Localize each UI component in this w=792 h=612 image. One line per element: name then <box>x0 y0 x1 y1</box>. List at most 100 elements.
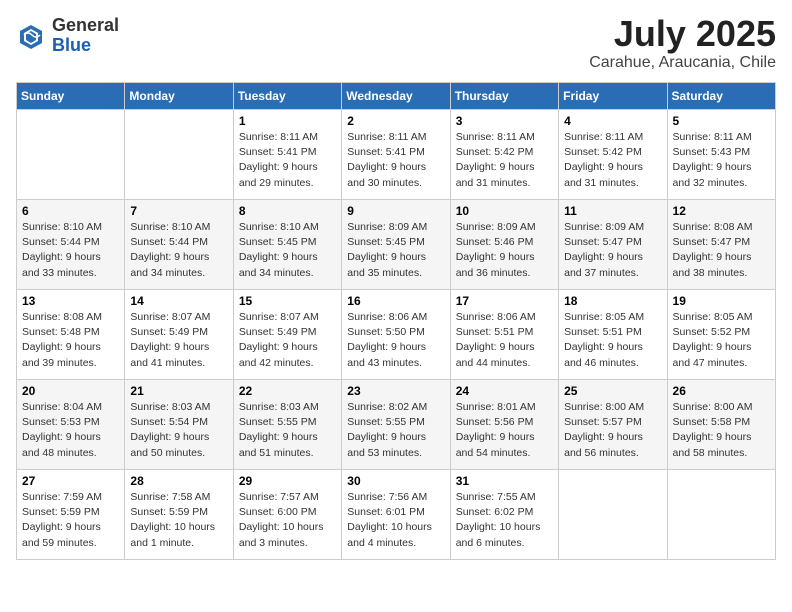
day-number: 14 <box>130 294 227 308</box>
calendar-cell: 27 Sunrise: 7:59 AM Sunset: 5:59 PM Dayli… <box>17 470 125 560</box>
day-number: 25 <box>564 384 661 398</box>
day-info: Sunrise: 8:08 AM Sunset: 5:48 PM Dayligh… <box>22 310 119 371</box>
calendar-cell: 9 Sunrise: 8:09 AM Sunset: 5:45 PM Daylig… <box>342 200 450 290</box>
calendar-cell: 5 Sunrise: 8:11 AM Sunset: 5:43 PM Daylig… <box>667 110 775 200</box>
day-number: 18 <box>564 294 661 308</box>
month-title: July 2025 <box>589 16 776 52</box>
day-info: Sunrise: 8:11 AM Sunset: 5:42 PM Dayligh… <box>564 130 661 191</box>
day-number: 6 <box>22 204 119 218</box>
calendar-cell <box>125 110 233 200</box>
day-number: 7 <box>130 204 227 218</box>
calendar-cell: 12 Sunrise: 8:08 AM Sunset: 5:47 PM Dayli… <box>667 200 775 290</box>
day-number: 20 <box>22 384 119 398</box>
day-number: 26 <box>673 384 770 398</box>
day-info: Sunrise: 8:10 AM Sunset: 5:44 PM Dayligh… <box>130 220 227 281</box>
day-number: 13 <box>22 294 119 308</box>
day-number: 24 <box>456 384 553 398</box>
calendar-cell: 1 Sunrise: 8:11 AM Sunset: 5:41 PM Daylig… <box>233 110 341 200</box>
calendar-cell: 20Sunrise: 8:04 AM Sunset: 5:53 PM Dayli… <box>17 380 125 470</box>
day-number: 23 <box>347 384 444 398</box>
calendar-cell: 18 Sunrise: 8:05 AM Sunset: 5:51 PM Dayli… <box>559 290 667 380</box>
logo-icon <box>16 21 46 51</box>
day-info: Sunrise: 8:02 AM Sunset: 5:55 PM Dayligh… <box>347 400 444 461</box>
logo-text: General Blue <box>52 16 119 56</box>
day-info: Sunrise: 7:57 AM Sunset: 6:00 PM Dayligh… <box>239 490 336 551</box>
calendar-cell: 15 Sunrise: 8:07 AM Sunset: 5:49 PM Dayli… <box>233 290 341 380</box>
day-number: 22 <box>239 384 336 398</box>
day-info: Sunrise: 8:09 AM Sunset: 5:46 PM Dayligh… <box>456 220 553 281</box>
day-info: Sunrise: 8:00 AM Sunset: 5:58 PM Dayligh… <box>673 400 770 461</box>
day-number: 31 <box>456 474 553 488</box>
day-number: 12 <box>673 204 770 218</box>
day-number: 27 <box>22 474 119 488</box>
weekday-header-thursday: Thursday <box>450 83 558 110</box>
day-info: Sunrise: 8:05 AM Sunset: 5:52 PM Dayligh… <box>673 310 770 371</box>
calendar-cell: 23 Sunrise: 8:02 AM Sunset: 5:55 PM Dayli… <box>342 380 450 470</box>
calendar-cell: 11 Sunrise: 8:09 AM Sunset: 5:47 PM Dayli… <box>559 200 667 290</box>
day-number: 19 <box>673 294 770 308</box>
day-info: Sunrise: 8:06 AM Sunset: 5:51 PM Dayligh… <box>456 310 553 371</box>
calendar-cell: 22Sunrise: 8:03 AM Sunset: 5:55 PM Dayli… <box>233 380 341 470</box>
day-info: Sunrise: 8:11 AM Sunset: 5:41 PM Dayligh… <box>347 130 444 191</box>
day-info: Sunrise: 8:03 AM Sunset: 5:54 PM Dayligh… <box>130 400 227 461</box>
day-info: Sunrise: 8:09 AM Sunset: 5:47 PM Dayligh… <box>564 220 661 281</box>
calendar-cell: 17 Sunrise: 8:06 AM Sunset: 5:51 PM Dayli… <box>450 290 558 380</box>
calendar-cell: 29 Sunrise: 7:57 AM Sunset: 6:00 PM Dayli… <box>233 470 341 560</box>
weekday-header-friday: Friday <box>559 83 667 110</box>
calendar-cell: 4 Sunrise: 8:11 AM Sunset: 5:42 PM Daylig… <box>559 110 667 200</box>
calendar-table: SundayMondayTuesdayWednesdayThursdayFrid… <box>16 82 776 560</box>
day-number: 3 <box>456 114 553 128</box>
day-info: Sunrise: 8:11 AM Sunset: 5:42 PM Dayligh… <box>456 130 553 191</box>
location: Carahue, Araucania, Chile <box>589 54 776 72</box>
day-number: 4 <box>564 114 661 128</box>
day-info: Sunrise: 7:58 AM Sunset: 5:59 PM Dayligh… <box>130 490 227 551</box>
calendar-cell: 16 Sunrise: 8:06 AM Sunset: 5:50 PM Dayli… <box>342 290 450 380</box>
calendar-cell: 31 Sunrise: 7:55 AM Sunset: 6:02 PM Dayli… <box>450 470 558 560</box>
calendar-cell: 21 Sunrise: 8:03 AM Sunset: 5:54 PM Dayli… <box>125 380 233 470</box>
day-info: Sunrise: 8:05 AM Sunset: 5:51 PM Dayligh… <box>564 310 661 371</box>
calendar-cell: 19 Sunrise: 8:05 AM Sunset: 5:52 PM Dayli… <box>667 290 775 380</box>
day-number: 10 <box>456 204 553 218</box>
day-number: 5 <box>673 114 770 128</box>
calendar-cell <box>559 470 667 560</box>
calendar-cell: 26 Sunrise: 8:00 AM Sunset: 5:58 PM Dayli… <box>667 380 775 470</box>
weekday-header-monday: Monday <box>125 83 233 110</box>
day-number: 16 <box>347 294 444 308</box>
calendar-cell: 10 Sunrise: 8:09 AM Sunset: 5:46 PM Dayli… <box>450 200 558 290</box>
weekday-header-saturday: Saturday <box>667 83 775 110</box>
day-info: Sunrise: 7:55 AM Sunset: 6:02 PM Dayligh… <box>456 490 553 551</box>
calendar-cell: 8Sunrise: 8:10 AM Sunset: 5:45 PM Daylig… <box>233 200 341 290</box>
day-info: Sunrise: 8:08 AM Sunset: 5:47 PM Dayligh… <box>673 220 770 281</box>
day-number: 2 <box>347 114 444 128</box>
calendar-cell: 13 Sunrise: 8:08 AM Sunset: 5:48 PM Dayli… <box>17 290 125 380</box>
day-number: 17 <box>456 294 553 308</box>
day-info: Sunrise: 7:56 AM Sunset: 6:01 PM Dayligh… <box>347 490 444 551</box>
calendar-cell <box>667 470 775 560</box>
calendar-cell <box>17 110 125 200</box>
weekday-header-wednesday: Wednesday <box>342 83 450 110</box>
day-info: Sunrise: 8:10 AM Sunset: 5:44 PM Dayligh… <box>22 220 119 281</box>
day-info: Sunrise: 8:09 AM Sunset: 5:45 PM Dayligh… <box>347 220 444 281</box>
calendar-cell: 28Sunrise: 7:58 AM Sunset: 5:59 PM Dayli… <box>125 470 233 560</box>
day-number: 15 <box>239 294 336 308</box>
day-number: 9 <box>347 204 444 218</box>
day-info: Sunrise: 8:10 AM Sunset: 5:45 PM Dayligh… <box>239 220 336 281</box>
calendar-cell: 7 Sunrise: 8:10 AM Sunset: 5:44 PM Daylig… <box>125 200 233 290</box>
day-info: Sunrise: 8:06 AM Sunset: 5:50 PM Dayligh… <box>347 310 444 371</box>
logo: General Blue <box>16 16 119 56</box>
weekday-header-tuesday: Tuesday <box>233 83 341 110</box>
calendar-cell: 2 Sunrise: 8:11 AM Sunset: 5:41 PM Daylig… <box>342 110 450 200</box>
calendar-cell: 25Sunrise: 8:00 AM Sunset: 5:57 PM Dayli… <box>559 380 667 470</box>
day-number: 29 <box>239 474 336 488</box>
calendar-cell: 24Sunrise: 8:01 AM Sunset: 5:56 PM Dayli… <box>450 380 558 470</box>
day-info: Sunrise: 8:11 AM Sunset: 5:41 PM Dayligh… <box>239 130 336 191</box>
day-info: Sunrise: 7:59 AM Sunset: 5:59 PM Dayligh… <box>22 490 119 551</box>
day-number: 21 <box>130 384 227 398</box>
calendar-cell: 30Sunrise: 7:56 AM Sunset: 6:01 PM Dayli… <box>342 470 450 560</box>
day-info: Sunrise: 8:11 AM Sunset: 5:43 PM Dayligh… <box>673 130 770 191</box>
day-info: Sunrise: 8:07 AM Sunset: 5:49 PM Dayligh… <box>239 310 336 371</box>
day-number: 11 <box>564 204 661 218</box>
day-number: 1 <box>239 114 336 128</box>
weekday-header-sunday: Sunday <box>17 83 125 110</box>
title-block: July 2025 Carahue, Araucania, Chile <box>589 16 776 72</box>
